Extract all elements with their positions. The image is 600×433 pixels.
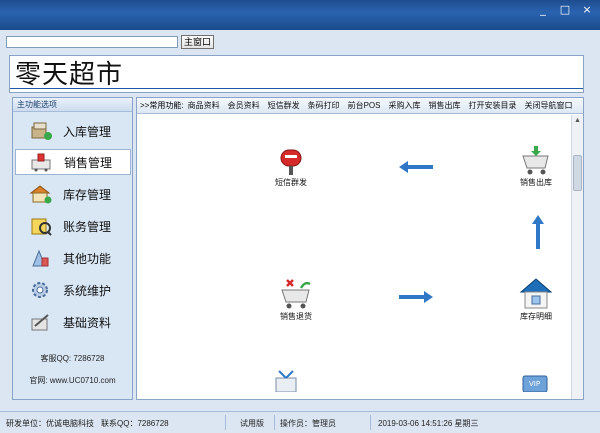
sidebar-item-label: 销售管理 [64,155,113,170]
status-divider [370,415,371,430]
flow-sales-return[interactable]: 销售退货 [261,278,331,322]
app-title: 零天超市 [15,60,124,90]
flow-sms[interactable]: 短信群发 [256,146,326,188]
sidebar-item-other[interactable]: 其他功能 [15,245,131,271]
service-qq: 客服QQ: 7286728 [40,354,105,363]
sidebar-item-basic-data[interactable]: 基础资料 [15,309,131,335]
status-datetime: 2019-03-06 14:51:26 星期三 [378,419,479,428]
vip-card-icon: VIP [522,375,548,392]
house-icon [519,278,553,309]
cart-return-icon [281,279,311,309]
sidebar-item-label: 其他功能 [63,251,112,266]
main-window-button[interactable]: 主窗口 [181,35,214,49]
sidebar-item-stock-in[interactable]: 入库管理 [15,118,131,144]
toolbar-row: 主窗口 [0,30,600,52]
sales-icon [31,153,51,172]
sidebar-item-system[interactable]: 系统维护 [15,277,131,303]
sidebar: 主功能选项 入库管理 销售管理 库存管理 账务管理 其他功能 系统维护 基础资料… [12,97,133,400]
quick-link-pos[interactable]: 前台POS [348,100,381,111]
sidebar-item-label: 库存管理 [63,187,112,202]
arrow-up-icon [532,215,544,249]
website-link[interactable]: 官网: www.UC0710.com [13,375,132,386]
warehouse-icon [29,185,52,204]
quick-link-install-dir[interactable]: 打开安装目录 [468,100,516,111]
quick-link-barcode[interactable]: 条码打印 [308,100,340,111]
status-divider [225,415,226,430]
status-edition: 试用版 [240,419,264,428]
address-input[interactable] [6,36,178,48]
sidebar-header: 主功能选项 [13,98,132,112]
quick-bar: >>常用功能: 商品资料 会员资料 短信群发 条码打印 前台POS 采购入库 销… [137,98,583,114]
gift-box-icon [275,370,297,392]
arrow-left-icon [399,161,433,173]
quick-bar-lead: >>常用功能: [140,101,184,110]
flow-sales-return-label: 销售退货 [280,312,312,321]
system-icon [32,282,48,298]
basic-data-icon [31,314,49,331]
scroll-thumb[interactable] [573,155,582,191]
flow-sales-out-label: 销售出库 [520,178,552,187]
maximize-button[interactable]: □ [556,4,574,18]
scroll-up-icon[interactable]: ▲ [572,115,583,126]
title-bar[interactable]: _ □ × [0,0,600,30]
accounting-icon [31,218,52,236]
sidebar-item-label: 入库管理 [63,124,112,139]
status-contact: 联系QQ：7286728 [101,419,169,428]
quick-link-purchase[interactable]: 采购入库 [388,100,420,111]
quick-link-product[interactable]: 商品资料 [188,100,220,111]
banner-divider [10,88,583,89]
minimize-button[interactable]: _ [534,4,552,18]
sidebar-item-accounting[interactable]: 账务管理 [15,213,131,239]
flow-sales-out[interactable]: 销售出库 [501,146,571,188]
sidebar-item-warehouse[interactable]: 库存管理 [15,181,131,207]
status-developer: 研发单位：优诚电脑科技 [6,419,94,428]
quick-link-sms[interactable]: 短信群发 [268,100,300,111]
mailbox-icon [280,149,302,175]
other-icon [32,249,49,267]
cart-out-icon [522,146,549,175]
sidebar-item-sales[interactable]: 销售管理 [15,149,131,175]
quick-link-member[interactable]: 会员资料 [228,100,260,111]
status-bar: 研发单位：优诚电脑科技 联系QQ：7286728 试用版 操作员：管理员 201… [0,411,600,433]
navigation-panel: >>常用功能: 商品资料 会员资料 短信群发 条码打印 前台POS 采购入库 销… [136,97,584,400]
quick-link-sales-out[interactable]: 销售出库 [428,100,460,111]
banner: 零天超市 [9,55,584,93]
svg-text:VIP: VIP [529,380,540,388]
sidebar-item-label: 账务管理 [63,219,112,234]
sidebar-item-label: 系统维护 [63,283,112,298]
status-operator: 操作员：管理员 [280,419,336,428]
arrow-right-icon [399,291,433,303]
vertical-scrollbar[interactable]: ▲ [571,115,583,399]
stock-in-icon [31,122,52,140]
sidebar-item-label: 基础资料 [63,315,112,330]
flow-stock-detail-label: 库存明细 [520,312,552,321]
quick-link-close-nav[interactable]: 关闭导航窗口 [524,100,572,111]
app-window: _ □ × 主窗口 零天超市 主功能选项 入库管理 销售管理 库存管理 账务管理… [0,0,600,433]
status-divider [274,415,275,430]
flow-sms-label: 短信群发 [275,178,307,187]
flow-stock-detail[interactable]: 库存明细 [501,276,571,322]
close-button[interactable]: × [578,4,596,18]
